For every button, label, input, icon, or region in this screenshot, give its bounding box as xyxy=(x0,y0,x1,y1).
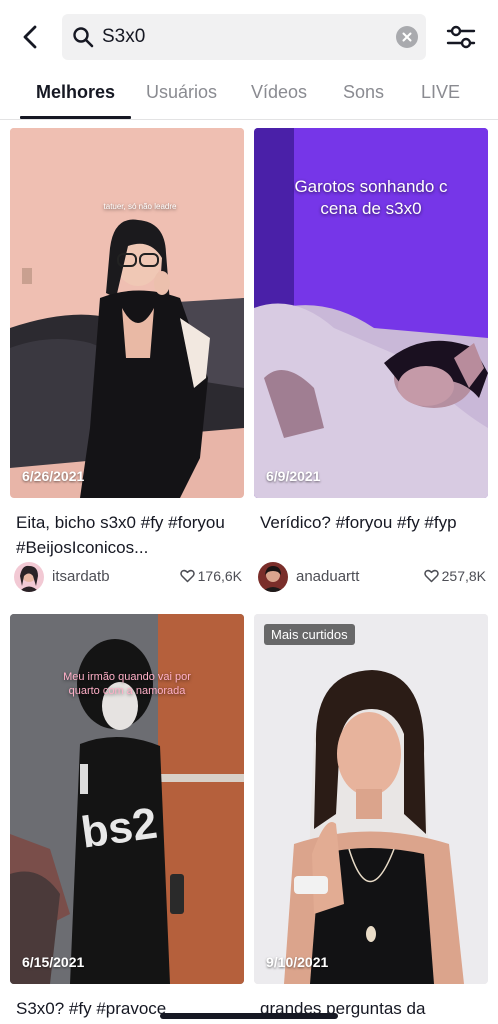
video-caption-overlay: Garotos sonhando c cena de s3x0 xyxy=(294,177,448,218)
filter-button[interactable] xyxy=(444,22,478,52)
username[interactable]: anaduartt xyxy=(296,568,359,585)
most-liked-badge: Mais curtidos xyxy=(264,624,355,645)
heart-icon xyxy=(179,569,195,583)
like-count-value: 257,8K xyxy=(441,568,486,584)
avatar[interactable] xyxy=(258,562,288,592)
video-thumbnail[interactable]: tatuer, só não leadre 6/26/2021 xyxy=(10,128,244,498)
search-input[interactable] xyxy=(102,22,382,52)
video-meta: anaduartt 257,8K xyxy=(258,562,486,592)
search-box[interactable] xyxy=(62,14,426,60)
tab-sons[interactable]: Sons xyxy=(343,82,384,103)
tab-melhores[interactable]: Melhores xyxy=(36,82,115,103)
search-tabs: Melhores Usuários Vídeos Sons LIVE xyxy=(0,74,498,120)
top-bar xyxy=(0,0,498,74)
video-caption-overlay: tatuer, só não leadre xyxy=(103,202,177,211)
video-caption-overlay: Meu irmão quando vai por quarto com a na… xyxy=(63,671,191,697)
video-date: 6/15/2021 xyxy=(22,954,85,970)
video-description[interactable]: Eita, bicho s3x0 #fy #foryou #BeijosIcon… xyxy=(16,510,242,560)
video-thumbnail-image xyxy=(10,128,244,498)
tab-live[interactable]: LIVE xyxy=(421,82,460,103)
avatar-image xyxy=(258,562,288,592)
video-thumbnail[interactable]: bs2 Meu irmão quando vai por quarto com … xyxy=(10,614,244,984)
chevron-left-icon xyxy=(23,25,37,49)
sliders-icon xyxy=(446,25,476,49)
video-meta: itsardatb 176,6K xyxy=(14,562,242,592)
video-thumbnail-image xyxy=(254,614,488,984)
video-date: 6/26/2021 xyxy=(22,468,85,484)
avatar[interactable] xyxy=(14,562,44,592)
search-icon xyxy=(73,27,94,48)
like-count: 176,6K xyxy=(179,568,242,584)
avatar-image xyxy=(14,562,44,592)
video-date: 9/10/2021 xyxy=(266,954,329,970)
username[interactable]: itsardatb xyxy=(52,568,110,585)
heart-icon xyxy=(423,569,439,583)
video-date: 6/9/2021 xyxy=(266,468,321,484)
home-indicator[interactable] xyxy=(160,1013,338,1019)
back-button[interactable] xyxy=(14,20,48,54)
clear-search-button[interactable] xyxy=(396,26,418,48)
active-tab-indicator xyxy=(20,116,131,119)
svg-text:bs2: bs2 xyxy=(78,799,160,858)
tab-videos[interactable]: Vídeos xyxy=(251,82,307,103)
like-count-value: 176,6K xyxy=(197,568,242,584)
close-icon xyxy=(402,32,412,42)
video-thumbnail[interactable]: Mais curtidos 9/10/2021 xyxy=(254,614,488,984)
video-thumbnail[interactable]: Garotos sonhando c cena de s3x0 6/9/2021 xyxy=(254,128,488,498)
like-count: 257,8K xyxy=(423,568,486,584)
video-description[interactable]: Verídico? #foryou #fy #fyp xyxy=(260,510,486,535)
tab-usuarios[interactable]: Usuários xyxy=(146,82,217,103)
